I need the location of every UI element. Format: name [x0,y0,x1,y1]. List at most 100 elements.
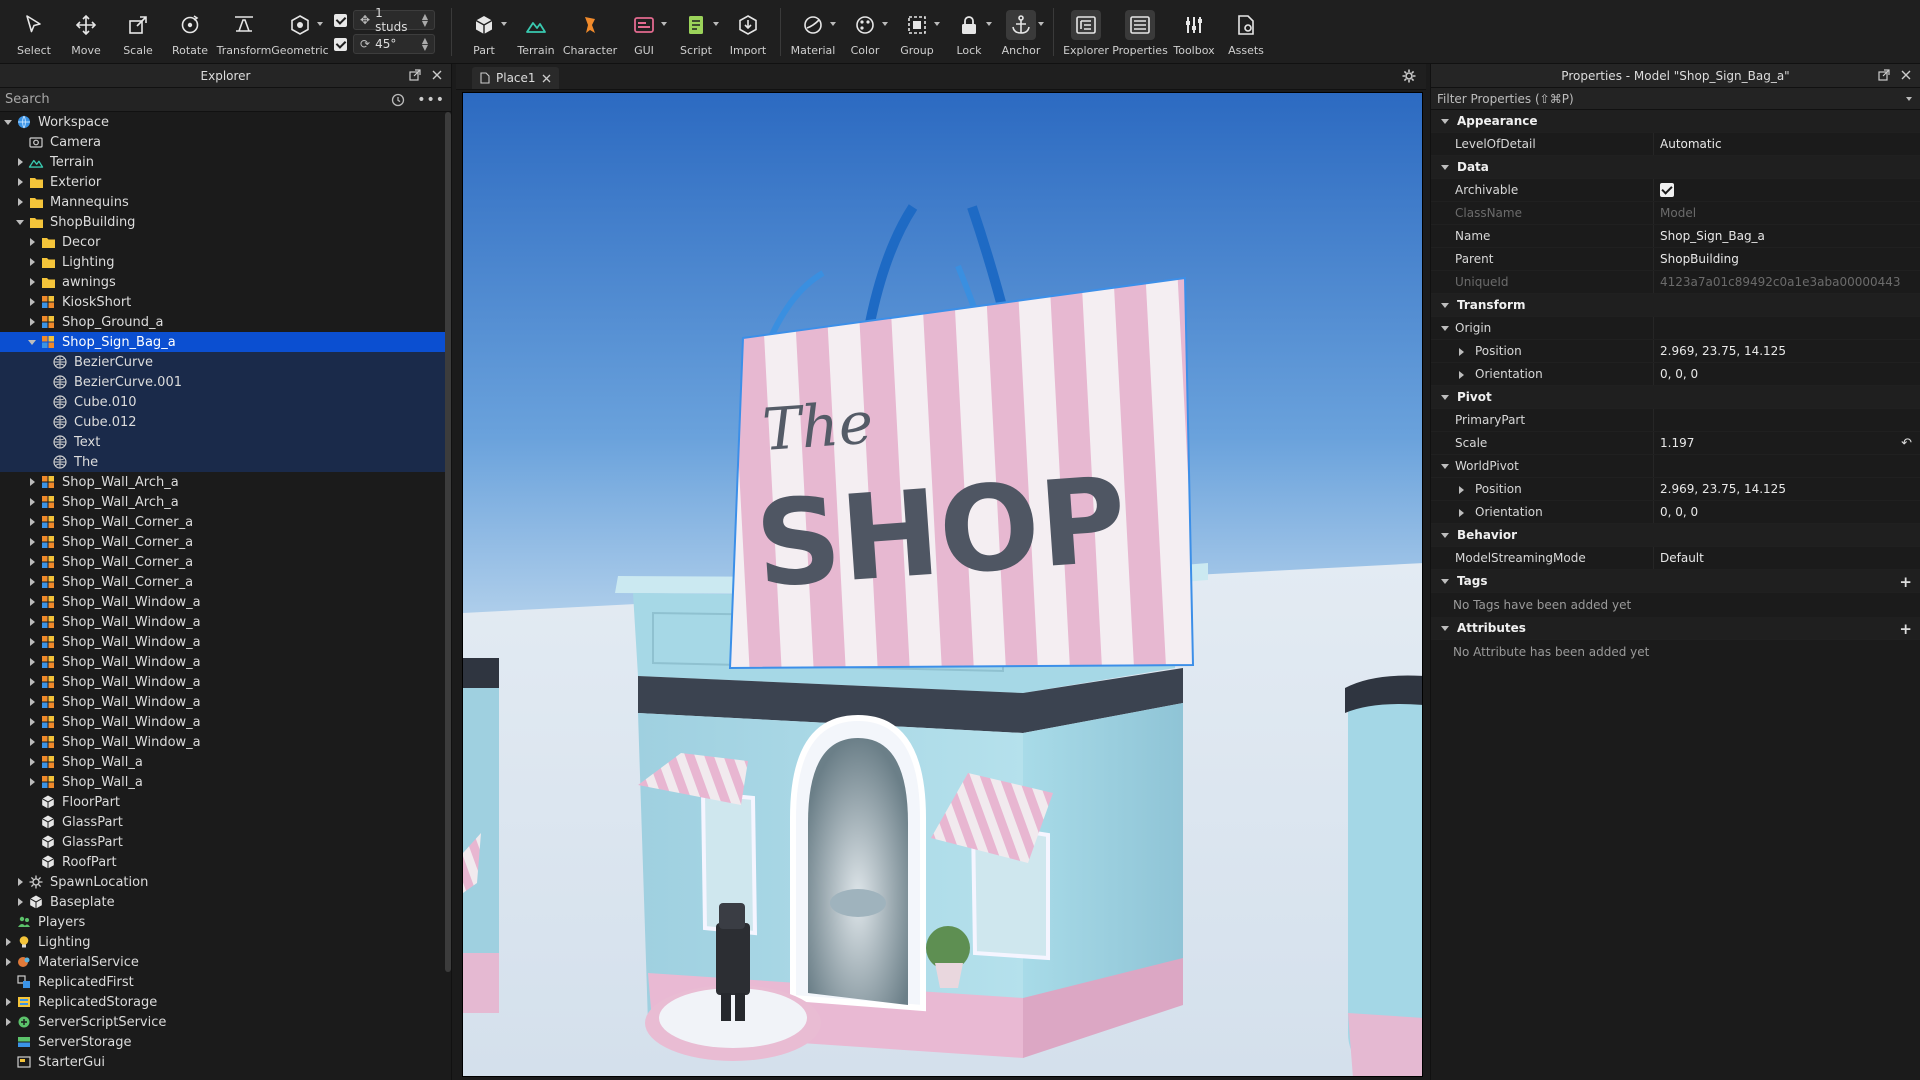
chevron-down-icon[interactable] [1441,579,1449,584]
tree-item-shop-wall-window-a[interactable]: Shop_Wall_Window_a [0,612,448,632]
properties-tool-button[interactable]: Properties [1112,0,1168,62]
property-value[interactable]: 2.969, 23.75, 14.125 [1654,344,1920,358]
chevron-right-icon[interactable] [26,278,38,286]
chevron-down-icon[interactable] [1441,464,1449,469]
archivable-checkbox[interactable] [1660,183,1674,197]
chevron-down-icon[interactable] [317,22,323,26]
select-tool-button[interactable]: Select [8,0,60,62]
property-modelstreamingmode[interactable]: ModelStreamingMode Default [1431,547,1920,570]
chevron-right-icon[interactable] [2,1018,14,1026]
chevron-right-icon[interactable] [26,498,38,506]
category-pivot[interactable]: Pivot [1431,386,1920,409]
chevron-down-icon[interactable] [1441,533,1449,538]
property-value[interactable]: 2.969, 23.75, 14.125 [1654,482,1920,496]
reset-icon[interactable]: ↶ [1901,436,1912,451]
property-name[interactable]: Name Shop_Sign_Bag_a [1431,225,1920,248]
chevron-down-icon[interactable] [501,22,507,26]
tree-item-shop-wall-window-a[interactable]: Shop_Wall_Window_a [0,712,448,732]
move-tool-button[interactable]: Move [60,0,112,62]
tree-item-shop-wall-window-a[interactable]: Shop_Wall_Window_a [0,732,448,752]
toolbox-tool-button[interactable]: Toolbox [1168,0,1220,62]
tree-item-glasspart[interactable]: GlassPart [0,812,448,832]
property-value[interactable]: Shop_Sign_Bag_a [1654,229,1920,243]
chevron-right-icon[interactable] [14,158,26,166]
chevron-right-icon[interactable] [14,898,26,906]
tree-item-shop-wall-arch-a[interactable]: Shop_Wall_Arch_a [0,472,448,492]
chevron-down-icon[interactable] [934,22,940,26]
property-position[interactable]: Position 2.969, 23.75, 14.125 [1431,478,1920,501]
property-worldpivot[interactable]: WorldPivot [1431,455,1920,478]
explorer-scrollbar[interactable] [445,112,451,972]
tree-item-shop-wall-window-a[interactable]: Shop_Wall_Window_a [0,652,448,672]
chevron-right-icon[interactable] [14,178,26,186]
color-tool-button[interactable]: Color [839,0,891,62]
tree-item-replicatedstorage[interactable]: ReplicatedStorage [0,992,448,1012]
rotate-snap-checkbox[interactable] [334,37,347,51]
tree-item-serverscriptservice[interactable]: ServerScriptService [0,1012,448,1032]
filter-properties-input[interactable]: Filter Properties (⇧⌘P) [1431,88,1920,110]
chevron-down-icon[interactable] [1441,303,1449,308]
tree-item-baseplate[interactable]: Baseplate [0,892,448,912]
chevron-down-icon[interactable] [713,22,719,26]
chevron-right-icon[interactable] [26,598,38,606]
category-transform[interactable]: Transform [1431,294,1920,317]
undock-icon[interactable] [1878,69,1890,81]
tree-item-shop-wall-window-a[interactable]: Shop_Wall_Window_a [0,692,448,712]
chevron-right-icon[interactable] [26,558,38,566]
chevron-down-icon[interactable] [26,339,38,345]
close-tab-icon[interactable] [542,74,551,83]
property-value[interactable] [1654,183,1920,197]
explorer-search-input[interactable]: Search ••• [0,88,451,112]
chevron-down-icon[interactable] [1906,97,1912,101]
chevron-right-icon[interactable] [2,958,14,966]
tree-item-workspace[interactable]: Workspace [0,112,448,132]
property-position[interactable]: Position 2.969, 23.75, 14.125 [1431,340,1920,363]
property-parent[interactable]: Parent ShopBuilding [1431,248,1920,271]
chevron-right-icon[interactable] [26,518,38,526]
gui-tool-button[interactable]: GUI [618,0,670,62]
property-value[interactable]: 0, 0, 0 [1654,367,1920,381]
rotate-snap-field[interactable]: ⟳ 45° ▲ ▼ [353,34,435,54]
tree-item-the[interactable]: The [0,452,448,472]
chevron-down-icon[interactable] [2,119,14,125]
tree-item-shop-wall-window-a[interactable]: Shop_Wall_Window_a [0,632,448,652]
part-tool-button[interactable]: Part [458,0,510,62]
tree-item-beziercurve-001[interactable]: BezierCurve.001 [0,372,448,392]
tree-item-shop-wall-a[interactable]: Shop_Wall_a [0,752,448,772]
chevron-down-icon[interactable] [986,22,992,26]
tree-item-awnings[interactable]: awnings [0,272,448,292]
category-appearance[interactable]: Appearance [1431,110,1920,133]
chevron-right-icon[interactable] [26,658,38,666]
chevron-right-icon[interactable] [1459,486,1464,494]
tab-place1[interactable]: Place1 [472,67,559,89]
tree-item-decor[interactable]: Decor [0,232,448,252]
property-archivable[interactable]: Archivable [1431,179,1920,202]
chevron-right-icon[interactable] [26,618,38,626]
chevron-down-icon[interactable] [14,219,26,225]
explorer-tool-button[interactable]: Explorer [1060,0,1112,62]
tree-item-shop-wall-a[interactable]: Shop_Wall_a [0,772,448,792]
chevron-right-icon[interactable] [26,718,38,726]
close-icon[interactable] [431,69,443,81]
tree-item-shop-wall-arch-a[interactable]: Shop_Wall_Arch_a [0,492,448,512]
lock-tool-button[interactable]: Lock [943,0,995,62]
scale-tool-button[interactable]: Scale [112,0,164,62]
assets-tool-button[interactable]: Assets [1220,0,1272,62]
chevron-right-icon[interactable] [26,298,38,306]
tree-item-shop-wall-window-a[interactable]: Shop_Wall_Window_a [0,592,448,612]
tree-item-shop-wall-window-a[interactable]: Shop_Wall_Window_a [0,672,448,692]
chevron-down-icon[interactable] [1441,626,1449,631]
tree-item-shop-wall-corner-a[interactable]: Shop_Wall_Corner_a [0,532,448,552]
tree-item-shop-ground-a[interactable]: Shop_Ground_a [0,312,448,332]
property-levelofdetail[interactable]: LevelOfDetail Automatic [1431,133,1920,156]
group-tool-button[interactable]: Group [891,0,943,62]
tree-item-roofpart[interactable]: RoofPart [0,852,448,872]
import-tool-button[interactable]: Import [722,0,774,62]
chevron-right-icon[interactable] [26,678,38,686]
property-classname[interactable]: ClassName Model [1431,202,1920,225]
undock-icon[interactable] [409,69,421,81]
chevron-down-icon[interactable] [1441,326,1449,331]
tree-item-lighting[interactable]: Lighting [0,932,448,952]
tree-item-spawnlocation[interactable]: SpawnLocation [0,872,448,892]
tree-item-cube-012[interactable]: Cube.012 [0,412,448,432]
